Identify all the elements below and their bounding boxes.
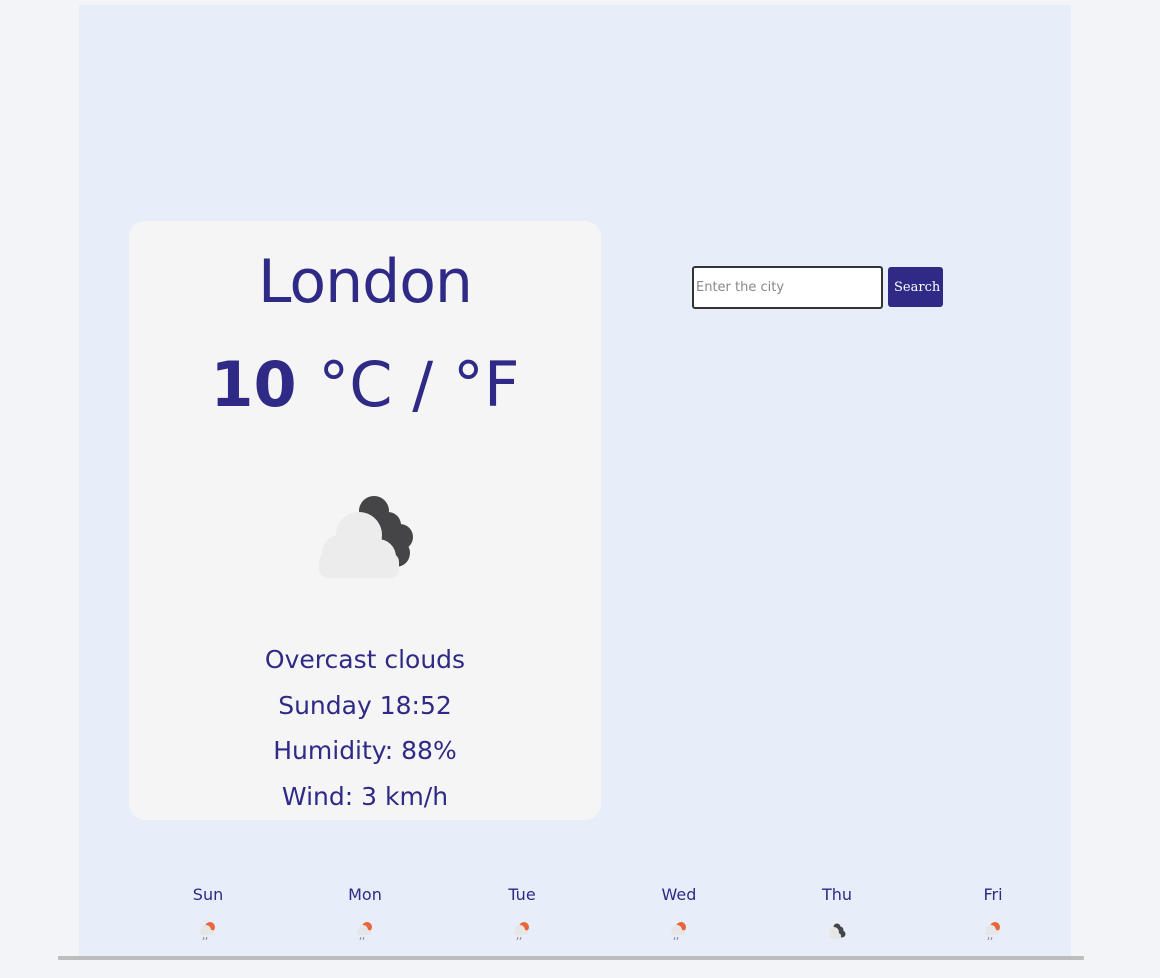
weather-description: Overcast clouds [264,645,466,674]
city-search-input[interactable] [692,266,883,309]
forecast-day-thu: Thu [797,885,877,942]
rain-sun-icon [357,922,372,941]
city-name: London [258,247,473,317]
search-button[interactable]: Search [888,267,943,307]
forecast-day-sun: Sun [168,885,248,942]
rain-sun-icon [200,922,215,941]
forecast-day-label: Wed [661,885,697,904]
forecast-day-label: Tue [508,885,536,904]
forecast-day-fri: Fri [953,885,1033,942]
rain-sun-icon [671,922,686,941]
cloud-moon-icon [319,496,413,578]
forecast-day-mon: Mon [325,885,405,942]
forecast-day-wed: Wed [639,885,719,942]
cloud-moon-icon [829,923,846,939]
temperature-value: 10 [210,348,297,421]
wind-text: Wind: 3 km/h [281,782,449,811]
forecast-day-label: Mon [348,885,382,904]
forecast-day-label: Thu [821,885,853,904]
temperature: 10 °C / °F [129,349,601,421]
humidity-text: Humidity: 88% [273,736,457,765]
current-weather-card: London 10 °C / °F Overcast clouds Sunday… [129,221,601,820]
temperature-units: °C / °F [318,348,520,421]
forecast-strip: Sun Mon Tue Wed Thu Fri [79,885,1071,945]
current-datetime: Sunday 18:52 [278,691,452,720]
rain-sun-icon [514,922,529,941]
weather-app: London 10 °C / °F Overcast clouds Sunday… [79,5,1071,956]
page-bottom-divider [58,956,1084,960]
forecast-day-label: Sun [192,885,224,904]
forecast-day-label: Fri [983,885,1003,904]
rain-sun-icon [985,922,1000,941]
forecast-day-tue: Tue [482,885,562,942]
